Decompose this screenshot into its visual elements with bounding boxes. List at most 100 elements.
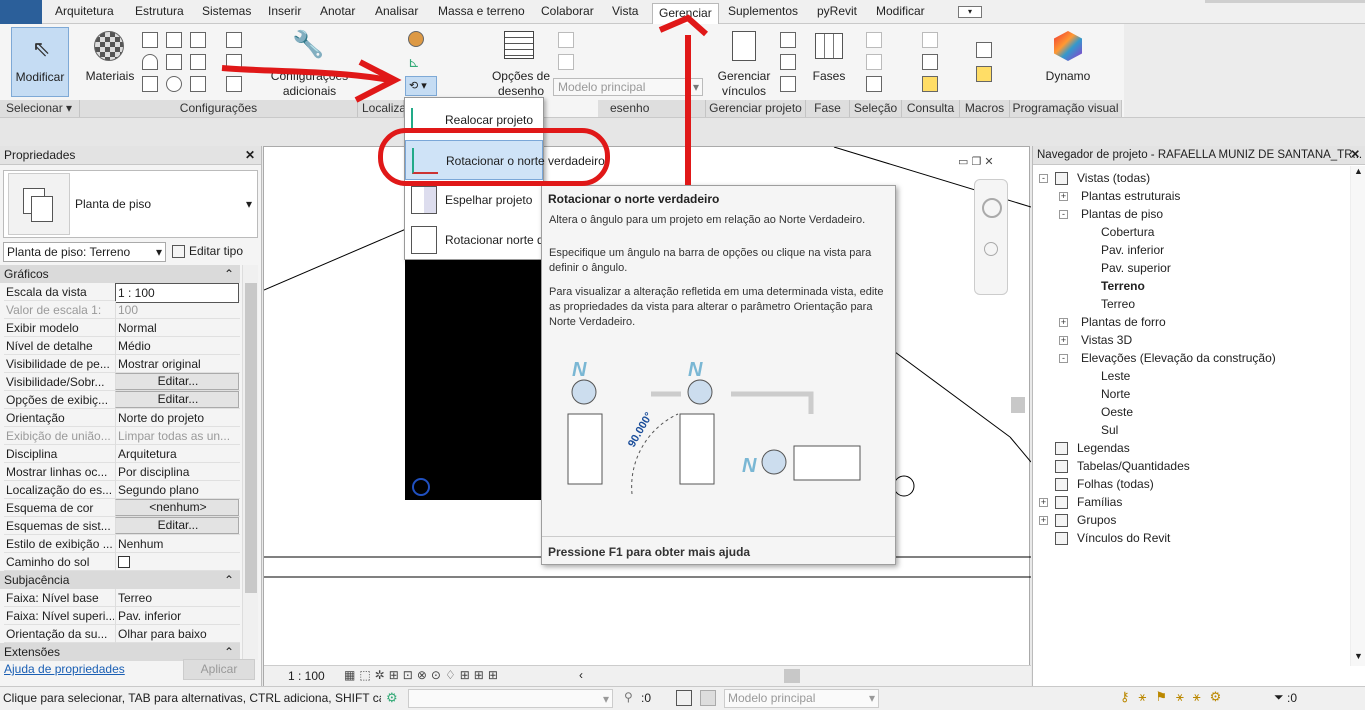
macro-manager-icon[interactable]	[976, 42, 992, 58]
transfer-standards-icon[interactable]	[190, 32, 206, 48]
collapse-icon[interactable]: -	[1059, 210, 1068, 219]
mep-settings-icon[interactable]	[226, 54, 242, 70]
tab-colaborar[interactable]: Colaborar	[541, 4, 594, 18]
expand-icon[interactable]: +	[1039, 498, 1048, 507]
property-value[interactable]: Terreo	[115, 589, 239, 607]
browser-item[interactable]: Leste	[1101, 369, 1130, 383]
browser-item[interactable]: Sul	[1101, 423, 1118, 437]
panel-schedule-icon[interactable]	[226, 76, 242, 92]
steering-wheel-icon[interactable]	[982, 198, 1002, 218]
location-icon[interactable]	[408, 31, 424, 47]
view-scale[interactable]: 1 : 100	[288, 669, 325, 683]
tab-modificar[interactable]: Modificar	[876, 4, 925, 18]
view-window-controls[interactable]: ▭ ❐ ✕	[958, 155, 1006, 169]
browser-item[interactable]: Pav. superior	[1101, 261, 1171, 275]
browser-item[interactable]: Vistas (todas)	[1077, 171, 1150, 185]
browser-item[interactable]: Folhas (todas)	[1077, 477, 1154, 491]
tab-pyrevit[interactable]: pyRevit	[817, 4, 857, 18]
decal-types-icon[interactable]	[780, 54, 796, 70]
panel-select[interactable]: Selecionar ▾	[0, 100, 80, 117]
warnings-icon[interactable]	[922, 76, 938, 92]
property-value[interactable]: Editar...	[115, 373, 239, 390]
tab-vista[interactable]: Vista	[612, 4, 638, 18]
building-footprint[interactable]	[405, 252, 542, 500]
browser-scrollbar[interactable]: ▲ ▼	[1350, 166, 1365, 666]
modify-button[interactable]: ⇖ Modificar	[11, 27, 69, 97]
browser-item[interactable]: Plantas de piso	[1081, 207, 1163, 221]
application-menu-button[interactable]	[0, 0, 42, 24]
browser-item[interactable]: Oeste	[1101, 405, 1133, 419]
project-units-icon[interactable]	[190, 76, 206, 92]
dynamo-button[interactable]: Dynamo	[1040, 27, 1096, 97]
collapse-icon[interactable]: -	[1059, 354, 1068, 363]
design-options-button[interactable]: Opções de desenho	[490, 27, 550, 98]
navigation-bar[interactable]	[974, 179, 1008, 295]
manage-links-button[interactable]: Gerenciar vínculos	[712, 27, 776, 98]
browser-item[interactable]: Famílias	[1077, 495, 1122, 509]
browser-item[interactable]: Norte	[1101, 387, 1130, 401]
menu-item-mirror-project[interactable]: Espelhar projeto	[405, 180, 543, 220]
shared-parameters-icon[interactable]	[166, 54, 182, 70]
browser-item[interactable]: Plantas de forro	[1081, 315, 1166, 329]
tab-estrutura[interactable]: Estrutura	[135, 4, 184, 18]
property-value[interactable]: Olhar para baixo	[115, 625, 239, 643]
horizontal-scroll-thumb[interactable]	[784, 669, 800, 683]
property-value[interactable]: Editar...	[115, 391, 239, 408]
browser-item[interactable]: Vistas 3D	[1081, 333, 1132, 347]
browser-item[interactable]: Pav. inferior	[1101, 243, 1164, 257]
filter-funnel-icon[interactable]: ⏷	[1274, 690, 1284, 705]
browser-item[interactable]: Terreno	[1101, 279, 1145, 293]
browser-item[interactable]: Cobertura	[1101, 225, 1154, 239]
workset-select[interactable]: ▾	[408, 689, 613, 708]
purge-unused-icon[interactable]	[190, 54, 206, 70]
expand-icon[interactable]: +	[1059, 192, 1068, 201]
macro-security-icon[interactable]	[976, 66, 992, 82]
scroll-thumb[interactable]	[245, 283, 257, 593]
close-icon[interactable]: ✕	[1350, 146, 1360, 165]
expand-icon[interactable]: +	[1059, 336, 1068, 345]
scroll-left-icon[interactable]: ‹	[579, 668, 583, 682]
sun-path-checkbox[interactable]	[118, 556, 130, 568]
point-cloud-icon[interactable]	[780, 76, 796, 92]
browser-item[interactable]: Legendas	[1077, 441, 1130, 455]
scroll-up-icon[interactable]: ▲	[1354, 166, 1363, 176]
edit-type-button[interactable]: Editar tipo	[172, 242, 254, 262]
expand-icon[interactable]: +	[1059, 318, 1068, 327]
save-selection-icon[interactable]	[866, 32, 882, 48]
section-underlay[interactable]: Subjacência ⌃	[0, 571, 240, 589]
editable-only-icon[interactable]	[676, 690, 692, 706]
browser-item[interactable]: Elevações (Elevação da construção)	[1081, 351, 1276, 365]
browser-item[interactable]: Vínculos do Revit	[1077, 531, 1170, 545]
properties-scrollbar[interactable]	[242, 265, 258, 660]
level-marker[interactable]	[893, 475, 915, 497]
tab-arquitetura[interactable]: Arquitetura	[55, 4, 114, 18]
browser-item[interactable]: Grupos	[1077, 513, 1116, 527]
property-value[interactable]: Editar...	[115, 517, 239, 534]
load-selection-icon[interactable]	[866, 54, 882, 70]
add-to-set-icon[interactable]	[558, 32, 574, 48]
properties-help-link[interactable]: Ajuda de propriedades	[4, 662, 125, 676]
tab-anotar[interactable]: Anotar	[320, 4, 355, 18]
phases-button[interactable]: Fases	[808, 27, 850, 97]
tab-gerenciar[interactable]: Gerenciar	[652, 3, 719, 24]
menu-item-rotate-project-north[interactable]: Rotacionar norte d	[405, 220, 544, 260]
tab-suplementos[interactable]: Suplementos	[728, 4, 798, 18]
project-parameters-icon[interactable]	[166, 32, 182, 48]
close-icon[interactable]: ✕	[245, 146, 255, 165]
apply-button[interactable]: Aplicar	[183, 659, 255, 680]
property-value[interactable]: Pav. inferior	[115, 607, 239, 625]
main-model-status-select[interactable]: Modelo principal ▾	[724, 689, 879, 708]
expand-icon[interactable]: +	[1039, 516, 1048, 525]
vertical-scroll-thumb[interactable]	[1011, 397, 1025, 413]
select-by-id-icon[interactable]	[922, 54, 938, 70]
tab-massa-e-terreno[interactable]: Massa e terreno	[438, 4, 525, 18]
quick-access-dropdown[interactable]: ▾	[958, 6, 982, 18]
design-options-status-icon[interactable]	[700, 690, 716, 706]
view-control-icons[interactable]: ▦⬚✲⊞⊡⊗⊙♢⊞⊞⊞	[344, 668, 502, 682]
snaps-icon[interactable]	[142, 54, 158, 70]
tab-analisar[interactable]: Analisar	[375, 4, 418, 18]
structural-settings-icon[interactable]	[226, 32, 242, 48]
worksets-icon[interactable]: ⚙	[386, 690, 402, 706]
global-parameters-icon[interactable]	[166, 76, 182, 92]
property-value[interactable]: 1 : 100	[115, 283, 239, 303]
